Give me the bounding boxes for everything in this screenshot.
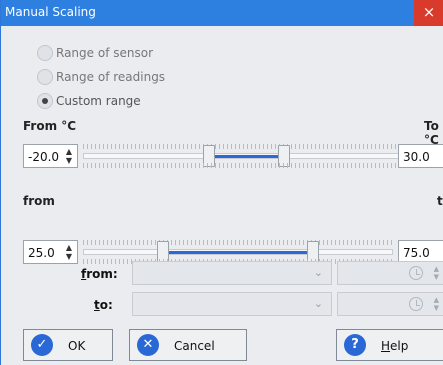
chevron-down-icon: ⌄ <box>313 266 323 279</box>
check-circle-icon: ✓ <box>31 334 53 356</box>
time-spin-icon[interactable]: ▲ ▼ <box>434 296 439 312</box>
radio-label: Custom range <box>56 94 141 108</box>
time-to-date-select[interactable]: ⌄ <box>132 292 332 316</box>
time-from-time-picker[interactable]: ▲ ▼ <box>337 261 443 285</box>
time-from-label: from: <box>81 267 118 281</box>
slider-ticks <box>83 240 393 245</box>
slider-ticks <box>83 144 403 149</box>
to-celsius-label: To °C <box>424 119 439 147</box>
clock-icon <box>409 266 423 280</box>
cancel-label: Cancel <box>174 339 215 353</box>
to-readings-label: to <box>437 194 443 208</box>
from-readings-value: 25.0 <box>28 246 55 260</box>
clock-icon <box>409 297 423 311</box>
time-to-label: to: <box>94 298 113 312</box>
window-title: Manual Scaling <box>5 5 96 19</box>
from-celsius-value: -20.0 <box>28 150 60 164</box>
from-readings-spinbox[interactable]: 25.0 ▲ ▼ <box>23 240 78 264</box>
ok-button[interactable]: ✓ OK <box>23 329 113 361</box>
time-to-time-picker[interactable]: ▲ ▼ <box>337 292 443 316</box>
radio-range-of-sensor[interactable]: Range of sensor <box>37 45 153 61</box>
spin-arrows-icon[interactable]: ▲ ▼ <box>64 243 74 261</box>
radio-circle-icon <box>37 45 53 61</box>
radio-range-of-readings[interactable]: Range of readings <box>37 69 165 85</box>
radio-custom-range[interactable]: Custom range <box>37 93 141 109</box>
chevron-down-icon: ⌄ <box>313 297 323 310</box>
radio-circle-checked-icon <box>37 93 53 109</box>
close-icon: × <box>422 3 436 21</box>
time-from-date-select[interactable]: ⌄ <box>132 261 332 285</box>
radio-label: Range of readings <box>56 70 166 84</box>
question-icon: ? <box>344 334 366 356</box>
time-spin-icon[interactable]: ▲ ▼ <box>434 265 439 281</box>
title-bar: Manual Scaling × <box>1 0 443 26</box>
from-celsius-spinbox[interactable]: -20.0 ▲ ▼ <box>23 144 78 168</box>
help-label: Help <box>381 339 409 353</box>
slider-ticks <box>83 163 403 168</box>
from-celsius-label: From °C <box>23 119 77 133</box>
slider-selected-range <box>169 251 314 254</box>
close-button[interactable]: × <box>414 0 443 26</box>
cancel-button[interactable]: ✕ Cancel <box>129 329 247 361</box>
from-readings-label: from <box>23 194 55 208</box>
temperature-range-slider[interactable] <box>83 144 403 168</box>
ok-label: OK <box>68 339 86 353</box>
slider-selected-range <box>211 155 284 158</box>
to-celsius-spinbox[interactable]: 30.0 <box>398 144 443 168</box>
radio-circle-icon <box>37 69 53 85</box>
spin-arrows-icon[interactable]: ▲ ▼ <box>64 147 74 165</box>
radio-label: Range of sensor <box>56 46 153 60</box>
to-readings-value: 75.0 <box>403 246 430 260</box>
help-button[interactable]: ? Help <box>336 329 443 361</box>
to-celsius-value: 30.0 <box>403 150 430 164</box>
x-circle-icon: ✕ <box>137 334 159 356</box>
manual-scaling-dialog: Manual Scaling × Range of sensor Range o… <box>0 0 443 365</box>
